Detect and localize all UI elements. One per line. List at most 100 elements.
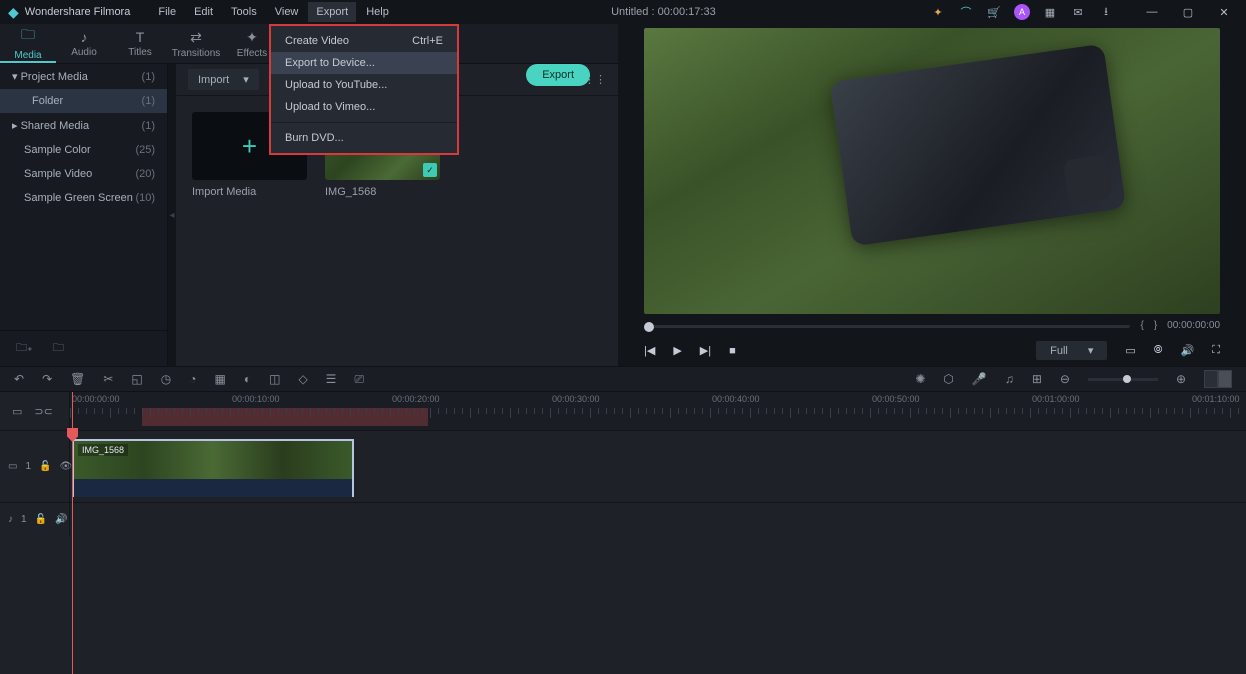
- mixer-button[interactable]: ♫: [1005, 372, 1014, 386]
- lightbulb-icon[interactable]: ✦: [930, 4, 946, 20]
- menu-view[interactable]: View: [267, 2, 307, 22]
- bracket-left[interactable]: {: [1140, 320, 1143, 331]
- volume-icon[interactable]: 🔊: [1181, 344, 1195, 357]
- zoom-slider[interactable]: [1088, 378, 1158, 381]
- tab-media[interactable]: 🗀Media: [0, 24, 56, 63]
- export-vimeo[interactable]: Upload to Vimeo...: [271, 96, 457, 118]
- menu-help[interactable]: Help: [358, 2, 397, 22]
- tab-audio[interactable]: ♪Audio: [56, 24, 112, 63]
- speed-button[interactable]: ◷: [161, 372, 171, 386]
- folder-icon-2[interactable]: 🗀: [53, 339, 64, 358]
- export-youtube[interactable]: Upload to YouTube...: [271, 74, 457, 96]
- tab-titles[interactable]: TTitles: [112, 24, 168, 63]
- speed2-button[interactable]: ◔: [189, 372, 196, 386]
- sidebar-shared-media[interactable]: ▸ Shared Media(1): [0, 113, 167, 138]
- save-icon[interactable]: ▦: [1042, 4, 1058, 20]
- sidebar-folder[interactable]: Folder(1): [0, 89, 167, 113]
- zoom-out-button[interactable]: ⊖: [1060, 372, 1070, 386]
- record-button[interactable]: 🎤: [972, 372, 987, 386]
- message-icon[interactable]: ✉: [1070, 4, 1086, 20]
- preview-video[interactable]: [644, 28, 1220, 314]
- zoom-in-button[interactable]: ⊕: [1176, 372, 1186, 386]
- sidebar-sample-color[interactable]: Sample Color(25): [0, 138, 167, 162]
- download-icon[interactable]: ⭳: [1098, 4, 1114, 20]
- clip-name: IMG_1568: [78, 444, 128, 456]
- sidebar-sample-green-screen[interactable]: Sample Green Screen(10): [0, 186, 167, 210]
- headphones-icon[interactable]: ⌒: [958, 4, 974, 20]
- snapshot-icon[interactable]: ⦾: [1154, 344, 1163, 357]
- keyframe-button[interactable]: ◇: [298, 372, 307, 386]
- plus-icon: +: [242, 131, 257, 162]
- redo-button[interactable]: ↷: [42, 372, 52, 386]
- music-icon: ♪: [81, 29, 88, 45]
- tab-transitions[interactable]: ⇄Transitions: [168, 24, 224, 63]
- menu-tools[interactable]: Tools: [223, 2, 265, 22]
- timeline-menu-icon[interactable]: ▭: [12, 405, 22, 418]
- duration-button[interactable]: ◐: [244, 372, 251, 386]
- video-track: ▭ 1 🔓 👁 IMG_1568: [0, 430, 1246, 502]
- magnet-icon[interactable]: ⊃⊂: [34, 405, 52, 418]
- lock-icon[interactable]: 🔓: [35, 514, 47, 525]
- lock-icon[interactable]: 🔓: [39, 461, 51, 472]
- audio-track-number: 1: [21, 514, 27, 525]
- folder-icon: 🗀: [21, 24, 35, 48]
- render-button[interactable]: ✺: [915, 372, 925, 386]
- user-avatar[interactable]: A: [1014, 4, 1030, 20]
- export-create-video[interactable]: Create VideoCtrl+E: [271, 30, 457, 52]
- detach-button[interactable]: ◫: [269, 372, 280, 386]
- app-logo-icon: ◆: [8, 4, 19, 21]
- layout-toggle[interactable]: [1204, 370, 1232, 388]
- splitter[interactable]: ◂: [168, 64, 176, 366]
- effects-icon: ✦: [246, 29, 258, 46]
- video-track-number: 1: [25, 461, 31, 472]
- prev-frame-button[interactable]: |◀: [644, 344, 655, 357]
- add-track-button[interactable]: ⊞: [1032, 372, 1042, 386]
- media-sidebar: ▾ Project Media(1) Folder(1) ▸ Shared Me…: [0, 64, 168, 366]
- sidebar-sample-video[interactable]: Sample Video(20): [0, 162, 167, 186]
- sidebar-project-media[interactable]: ▾ Project Media(1): [0, 64, 167, 89]
- new-folder-icon[interactable]: 🗀₊: [16, 339, 33, 358]
- stop-button[interactable]: ■: [729, 345, 736, 357]
- next-frame-button[interactable]: ▶|: [700, 344, 711, 357]
- undo-button[interactable]: ↶: [14, 372, 24, 386]
- timeline-ruler[interactable]: 00:00:00:00 00:00:10:00 00:00:20:00 00:0…: [70, 392, 1246, 430]
- play-button[interactable]: ▶: [673, 344, 681, 357]
- titlebar: ◆ Wondershare Filmora File Edit Tools Vi…: [0, 0, 1246, 24]
- check-icon: ✓: [423, 163, 437, 177]
- export-to-device[interactable]: Export to Device...: [271, 52, 457, 74]
- freeze-button[interactable]: ▦: [215, 372, 226, 386]
- delete-button[interactable]: 🗑: [70, 372, 85, 386]
- menu-edit[interactable]: Edit: [186, 2, 221, 22]
- quality-icon[interactable]: ▭: [1125, 344, 1135, 357]
- playhead[interactable]: [72, 392, 73, 674]
- minimize-button[interactable]: —: [1138, 0, 1166, 24]
- cut-button[interactable]: ✂: [103, 372, 113, 386]
- transition-icon: ⇄: [190, 29, 202, 46]
- menu-separator: [271, 122, 457, 123]
- app-brand: Wondershare Filmora: [25, 6, 131, 18]
- settings-button[interactable]: ☰: [326, 372, 337, 386]
- timeline-clip[interactable]: IMG_1568: [72, 439, 354, 497]
- text-icon: T: [136, 29, 145, 45]
- main-menu: File Edit Tools View Export Help: [150, 2, 396, 22]
- bracket-right[interactable]: }: [1154, 320, 1157, 331]
- preview-panel: { } 00:00:00:00 |◀ ▶ ▶| ■ Full▾ ▭ ⦾ 🔊 ⛶: [618, 24, 1246, 366]
- cart-icon[interactable]: 🛒: [986, 4, 1002, 20]
- marker-button[interactable]: ⬡: [943, 372, 953, 386]
- timeline: ▭ ⊃⊂ 00:00:00:00 00:00:10:00 00:00:20:00…: [0, 392, 1246, 674]
- close-button[interactable]: ✕: [1210, 0, 1238, 24]
- scrub-bar[interactable]: [644, 324, 1130, 328]
- audio-button[interactable]: ⎚: [354, 372, 364, 387]
- chevron-down-icon: ▾: [1088, 344, 1094, 357]
- menu-file[interactable]: File: [150, 2, 184, 22]
- import-dropdown[interactable]: Import▾: [188, 69, 259, 90]
- track-audio-icon: ♪: [8, 514, 13, 525]
- crop-button[interactable]: ◱: [131, 372, 142, 386]
- export-burn-dvd[interactable]: Burn DVD...: [271, 127, 457, 149]
- fit-dropdown[interactable]: Full▾: [1036, 341, 1107, 360]
- fullscreen-icon[interactable]: ⛶: [1212, 344, 1220, 357]
- mute-icon[interactable]: 🔊: [55, 514, 67, 525]
- menu-export[interactable]: Export: [308, 2, 356, 22]
- maximize-button[interactable]: ▢: [1174, 0, 1202, 24]
- export-button[interactable]: Export: [526, 64, 590, 86]
